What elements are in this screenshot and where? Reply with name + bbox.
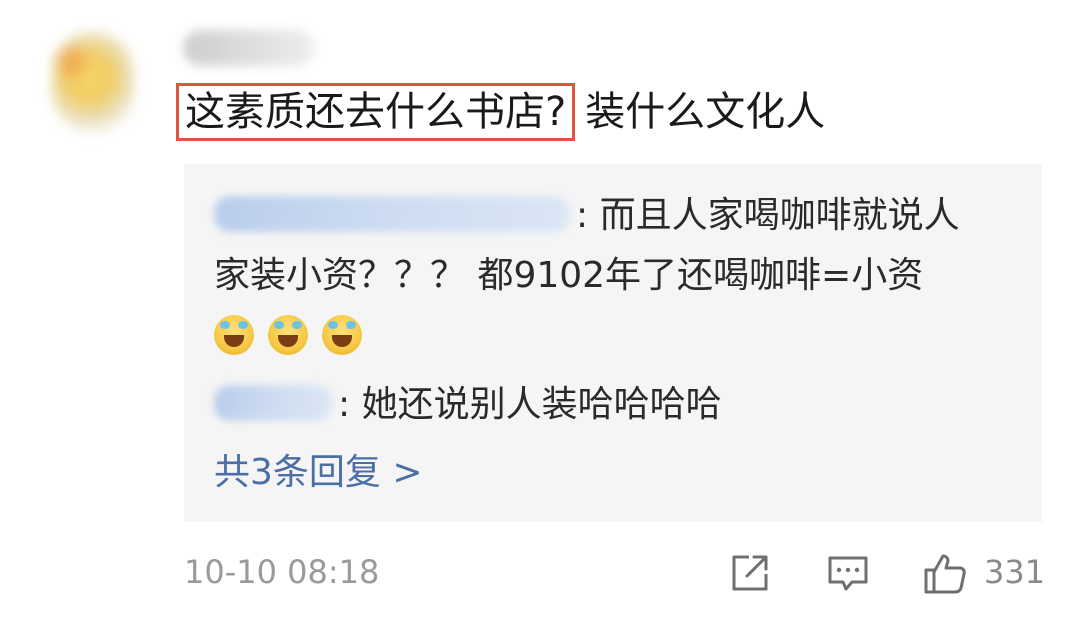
like-count: 331	[984, 553, 1046, 591]
avatar-detail	[60, 48, 84, 76]
laughing-crying-icon	[268, 315, 308, 355]
laughing-crying-icon	[322, 315, 362, 355]
reply-panel[interactable]: : 而且人家喝咖啡就说人 家装小资？？？ 都9102年了还喝咖啡=小资 : 她还…	[184, 164, 1042, 522]
comment-timestamp: 10-10 08:18	[184, 553, 380, 591]
share-icon[interactable]	[727, 550, 773, 596]
reply-1-text-line-2: 家装小资？？？ 都9102年了还喝咖啡=小资	[214, 255, 924, 296]
reply-2-username-redacted[interactable]	[214, 385, 332, 421]
highlighted-phrase: 这素质还去什么书店?	[176, 83, 576, 141]
reply-1-line-1: : 而且人家喝咖啡就说人	[214, 189, 960, 243]
laughing-crying-icon	[214, 315, 254, 355]
reply-2-text: : 她还说别人装哈哈哈哈	[338, 384, 722, 425]
reply-2-line: : 她还说别人装哈哈哈哈	[214, 378, 722, 432]
avatar[interactable]	[52, 32, 134, 132]
reply-1-emoji-row	[214, 309, 376, 359]
comment-rest-text: 装什么文化人	[585, 89, 826, 135]
view-all-replies-link[interactable]: 共3条回复 >	[214, 446, 423, 500]
username-redacted[interactable]	[183, 30, 315, 66]
reply-1-username-redacted[interactable]	[214, 196, 570, 232]
thumbs-up-icon[interactable]	[922, 550, 968, 596]
reply-1-text-line-1: : 而且人家喝咖啡就说人	[576, 195, 960, 236]
comment-text: 这素质还去什么书店? 装什么文化人	[176, 82, 825, 142]
comment-icon[interactable]	[825, 550, 871, 596]
